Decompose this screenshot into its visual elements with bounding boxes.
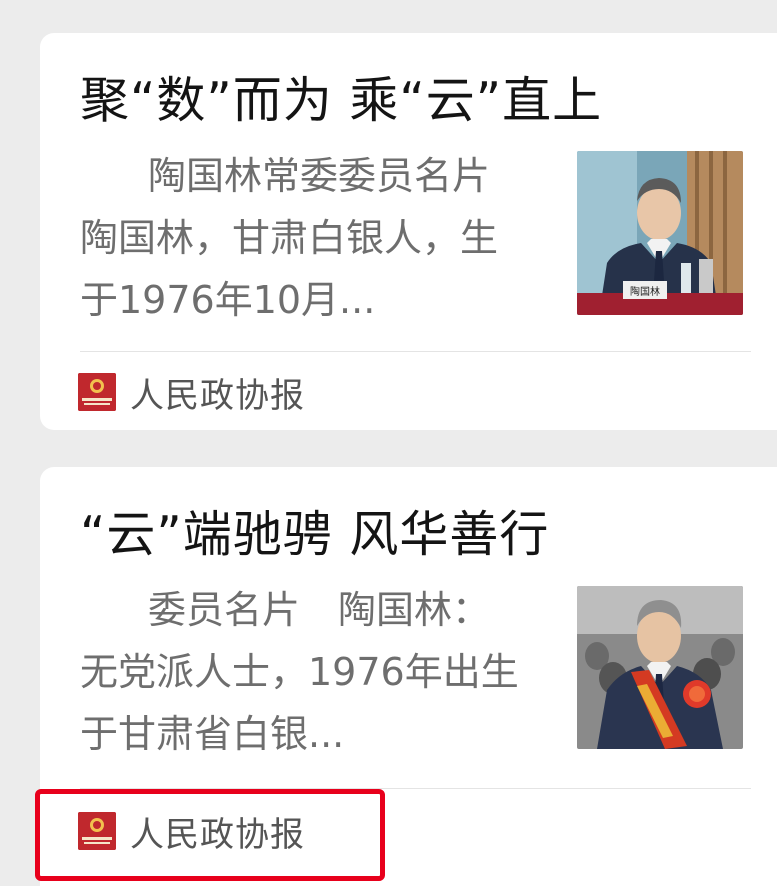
- article-summary: 委员名片 陶国林：无党派人士，1976年出生于甘肃省白银...: [80, 588, 519, 756]
- thumbnail-image-portrait: 陶国林: [577, 151, 743, 315]
- source-name: 人民政协报: [130, 375, 305, 416]
- people-cppcc-daily-logo-icon: [78, 373, 116, 411]
- svg-text:陶国林: 陶国林: [630, 285, 660, 298]
- highlight-annotation-box: [35, 789, 385, 881]
- article-title[interactable]: 聚“数”而为 乘“云”直上: [80, 71, 602, 131]
- article-source[interactable]: 人民政协报: [78, 370, 305, 416]
- card-divider: [80, 351, 751, 352]
- article-thumbnail[interactable]: 陶国林: [577, 151, 743, 315]
- thumbnail-image-portrait: [577, 586, 743, 749]
- article-summary: 陶国林常委委员名片 陶国林，甘肃白银人，生于1976年10月...: [80, 154, 499, 322]
- article-title[interactable]: “云”端驰骋 风华善行: [80, 505, 549, 565]
- article-thumbnail[interactable]: [577, 586, 743, 749]
- article-card[interactable]: 聚“数”而为 乘“云”直上 陶国林常委委员名片 陶国林，甘肃白银人，生于1976…: [40, 33, 777, 430]
